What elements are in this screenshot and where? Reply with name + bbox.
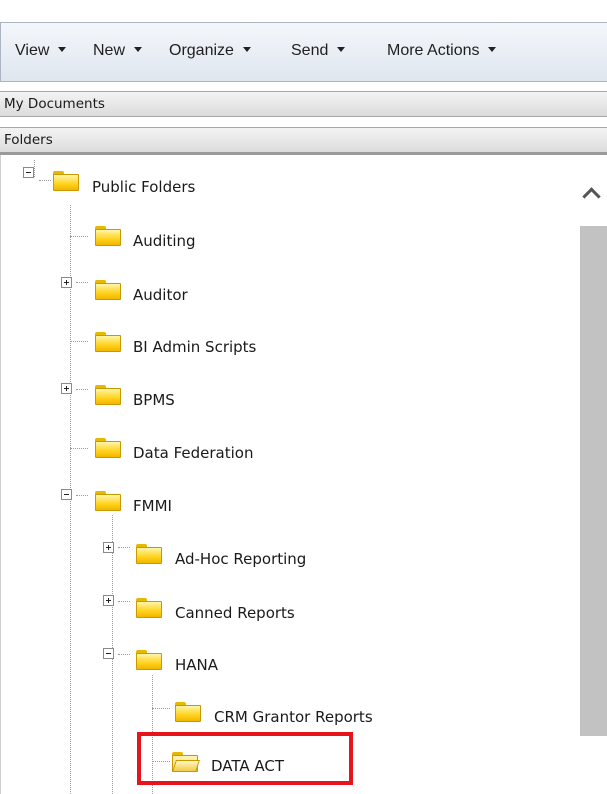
tree-node-crm-grantor-reports[interactable]: CRM Grantor Reports [214,708,373,726]
folder-icon [95,226,121,246]
collapse-toggle-icon[interactable] [61,489,72,500]
folders-header[interactable]: Folders [0,127,607,155]
collapse-toggle-icon[interactable] [23,167,34,178]
folder-icon [136,544,162,564]
expand-toggle-icon[interactable] [61,277,72,288]
dropdown-arrow-icon [58,47,67,52]
folder-tree [0,155,581,794]
tree-connector [118,654,130,655]
view-menu-button[interactable]: View [15,39,67,63]
tree-node-canned-reports[interactable]: Canned Reports [175,604,295,622]
folder-icon [95,280,121,300]
tree-node-bi-admin-scripts[interactable]: BI Admin Scripts [133,338,256,356]
dropdown-arrow-icon [488,47,497,52]
toolbar: View New Organize Send More Actions [0,22,607,82]
collapse-toggle-icon[interactable] [103,648,114,659]
folders-label: Folders [4,132,53,148]
send-menu-label: Send [291,42,329,59]
tree-connector [70,236,88,237]
expand-toggle-icon[interactable] [103,595,114,606]
tree-connector [76,389,88,390]
organize-menu-label: Organize [169,42,234,59]
tree-connector [118,601,130,602]
my-documents-label: My Documents [4,96,105,112]
more-actions-menu-button[interactable]: More Actions [387,39,497,63]
folder-icon [95,491,121,511]
new-menu-button[interactable]: New [93,39,143,63]
tree-node-fmmi[interactable]: FMMI [133,497,172,515]
scrollbar-thumb[interactable] [580,226,607,736]
organize-menu-button[interactable]: Organize [169,39,251,63]
tree-node-hana[interactable]: HANA [175,656,218,674]
tree-connector [34,160,35,177]
folder-icon [175,702,201,722]
dropdown-arrow-icon [337,47,346,52]
tree-connector [76,495,88,496]
folder-icon [95,385,121,405]
tree-connector [76,282,88,283]
folder-icon [136,650,162,670]
dropdown-arrow-icon [242,47,251,52]
tree-node-ad-hoc-reporting[interactable]: Ad-Hoc Reporting [175,550,306,568]
tree-connector [152,708,170,709]
view-menu-label: View [15,42,50,59]
folder-icon [53,171,79,191]
send-menu-button[interactable]: Send [291,39,346,63]
window-top-frame [0,0,607,22]
more-actions-menu-label: More Actions [387,42,480,59]
my-documents-header[interactable]: My Documents [0,91,607,117]
tree-node-public-folders[interactable]: Public Folders [92,178,195,196]
expand-toggle-icon[interactable] [61,383,72,394]
folder-icon [95,332,121,352]
tree-node-auditing[interactable]: Auditing [133,232,196,250]
dropdown-arrow-icon [134,47,143,52]
tree-node-auditor[interactable]: Auditor [133,286,188,304]
tree-connector [70,448,88,449]
tree-node-data-federation[interactable]: Data Federation [133,444,253,462]
folder-icon [95,438,121,458]
new-menu-label: New [93,42,126,59]
expand-toggle-icon[interactable] [103,542,114,553]
tree-node-bpms[interactable]: BPMS [133,391,175,409]
tree-connector [39,180,51,181]
selection-highlight-box [137,732,353,785]
tree-connector [118,547,130,548]
folder-icon [136,598,162,618]
tree-connector [70,341,88,342]
